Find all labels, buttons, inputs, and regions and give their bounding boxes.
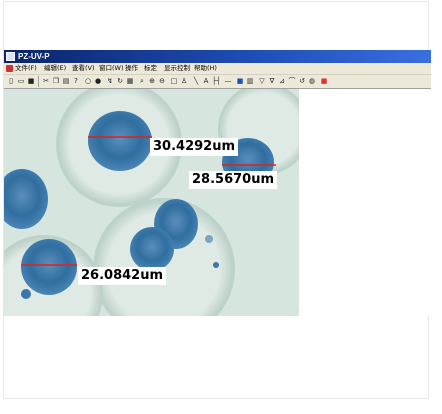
zoom-in-icon[interactable]: ⊕ xyxy=(148,77,156,85)
angle-icon[interactable]: ∇ xyxy=(268,77,276,85)
measurement-label-3: 26.0842um xyxy=(78,267,167,285)
filter-icon[interactable]: ▽ xyxy=(258,77,266,85)
app-icon xyxy=(6,52,15,61)
menu-bar: 文件(F) 编辑(E) 查看(V) 窗口(W) 操作 标定 显示控制 帮助(H) xyxy=(4,63,431,75)
stop-icon[interactable]: ■ xyxy=(320,77,328,85)
bars-icon[interactable]: ▥ xyxy=(246,77,254,85)
color-icon[interactable]: ◍ xyxy=(308,77,316,85)
menu-edit[interactable]: 编辑(E) xyxy=(44,63,66,74)
save-icon[interactable]: ■ xyxy=(27,77,35,85)
small-cell xyxy=(205,235,213,243)
menu-help[interactable]: 帮助(H) xyxy=(194,63,217,74)
small-cell xyxy=(21,289,31,299)
print-icon[interactable]: ▤ xyxy=(62,77,70,85)
stained-cell xyxy=(88,111,152,171)
arc-icon[interactable]: ⌒ xyxy=(288,77,296,85)
menu-operate[interactable]: 操作 xyxy=(125,63,138,74)
redo-icon[interactable]: ↺ xyxy=(298,77,306,85)
menu-display-control[interactable]: 显示控制 xyxy=(164,63,190,74)
zoom-icon[interactable]: ⌕ xyxy=(138,77,146,85)
marker-icon[interactable]: ♙ xyxy=(180,77,188,85)
line-icon[interactable]: ╲ xyxy=(192,77,200,85)
help-icon[interactable]: ? xyxy=(72,77,80,85)
text-icon[interactable]: A xyxy=(202,77,210,85)
menu-calibrate[interactable]: 标定 xyxy=(144,63,157,74)
image-viewport[interactable]: 30.4292um 28.5670um 26.0842um xyxy=(4,89,299,316)
small-cell xyxy=(213,262,219,268)
empty-workspace xyxy=(299,89,431,316)
curve-icon[interactable]: ↯ xyxy=(106,77,114,85)
circle-icon[interactable]: ○ xyxy=(84,77,92,85)
palette-icon[interactable]: ■ xyxy=(236,77,244,85)
toolbar-separator xyxy=(38,76,39,87)
minus-icon[interactable]: — xyxy=(224,77,232,85)
window-title: PZ-UV-P xyxy=(18,52,50,61)
zoom-out-icon[interactable]: ⊖ xyxy=(158,77,166,85)
stained-cell xyxy=(130,227,174,271)
toolbar: ▯ ▭ ■ ✂ ❐ ▤ ? ○ ● ↯ ↻ ▦ ⌕ ⊕ ⊖ □ ♙ ╲ A ├┤… xyxy=(4,75,431,89)
menu-file[interactable]: 文件(F) xyxy=(15,63,37,74)
measurement-label-1: 30.4292um xyxy=(150,138,239,156)
stained-cell xyxy=(21,239,77,295)
new-file-icon[interactable]: ▯ xyxy=(7,77,15,85)
rectangle-icon[interactable]: □ xyxy=(170,77,178,85)
grid-icon[interactable]: ▦ xyxy=(126,77,134,85)
copy-icon[interactable]: ❐ xyxy=(52,77,60,85)
menu-view[interactable]: 查看(V) xyxy=(72,63,95,74)
menu-window[interactable]: 窗口(W) xyxy=(99,63,124,74)
measurement-label-2: 28.5670um xyxy=(189,171,278,189)
system-menu-icon[interactable] xyxy=(6,65,13,72)
rotate-icon[interactable]: ↻ xyxy=(116,77,124,85)
width-icon[interactable]: ├┤ xyxy=(212,77,220,85)
filled-circle-icon[interactable]: ● xyxy=(94,77,102,85)
cut-icon[interactable]: ✂ xyxy=(42,77,50,85)
title-bar: PZ-UV-P xyxy=(4,50,431,63)
open-file-icon[interactable]: ▭ xyxy=(17,77,25,85)
measure-icon[interactable]: ⊿ xyxy=(278,77,286,85)
app-window: PZ-UV-P 文件(F) 编辑(E) 查看(V) 窗口(W) 操作 标定 显示… xyxy=(4,50,431,316)
